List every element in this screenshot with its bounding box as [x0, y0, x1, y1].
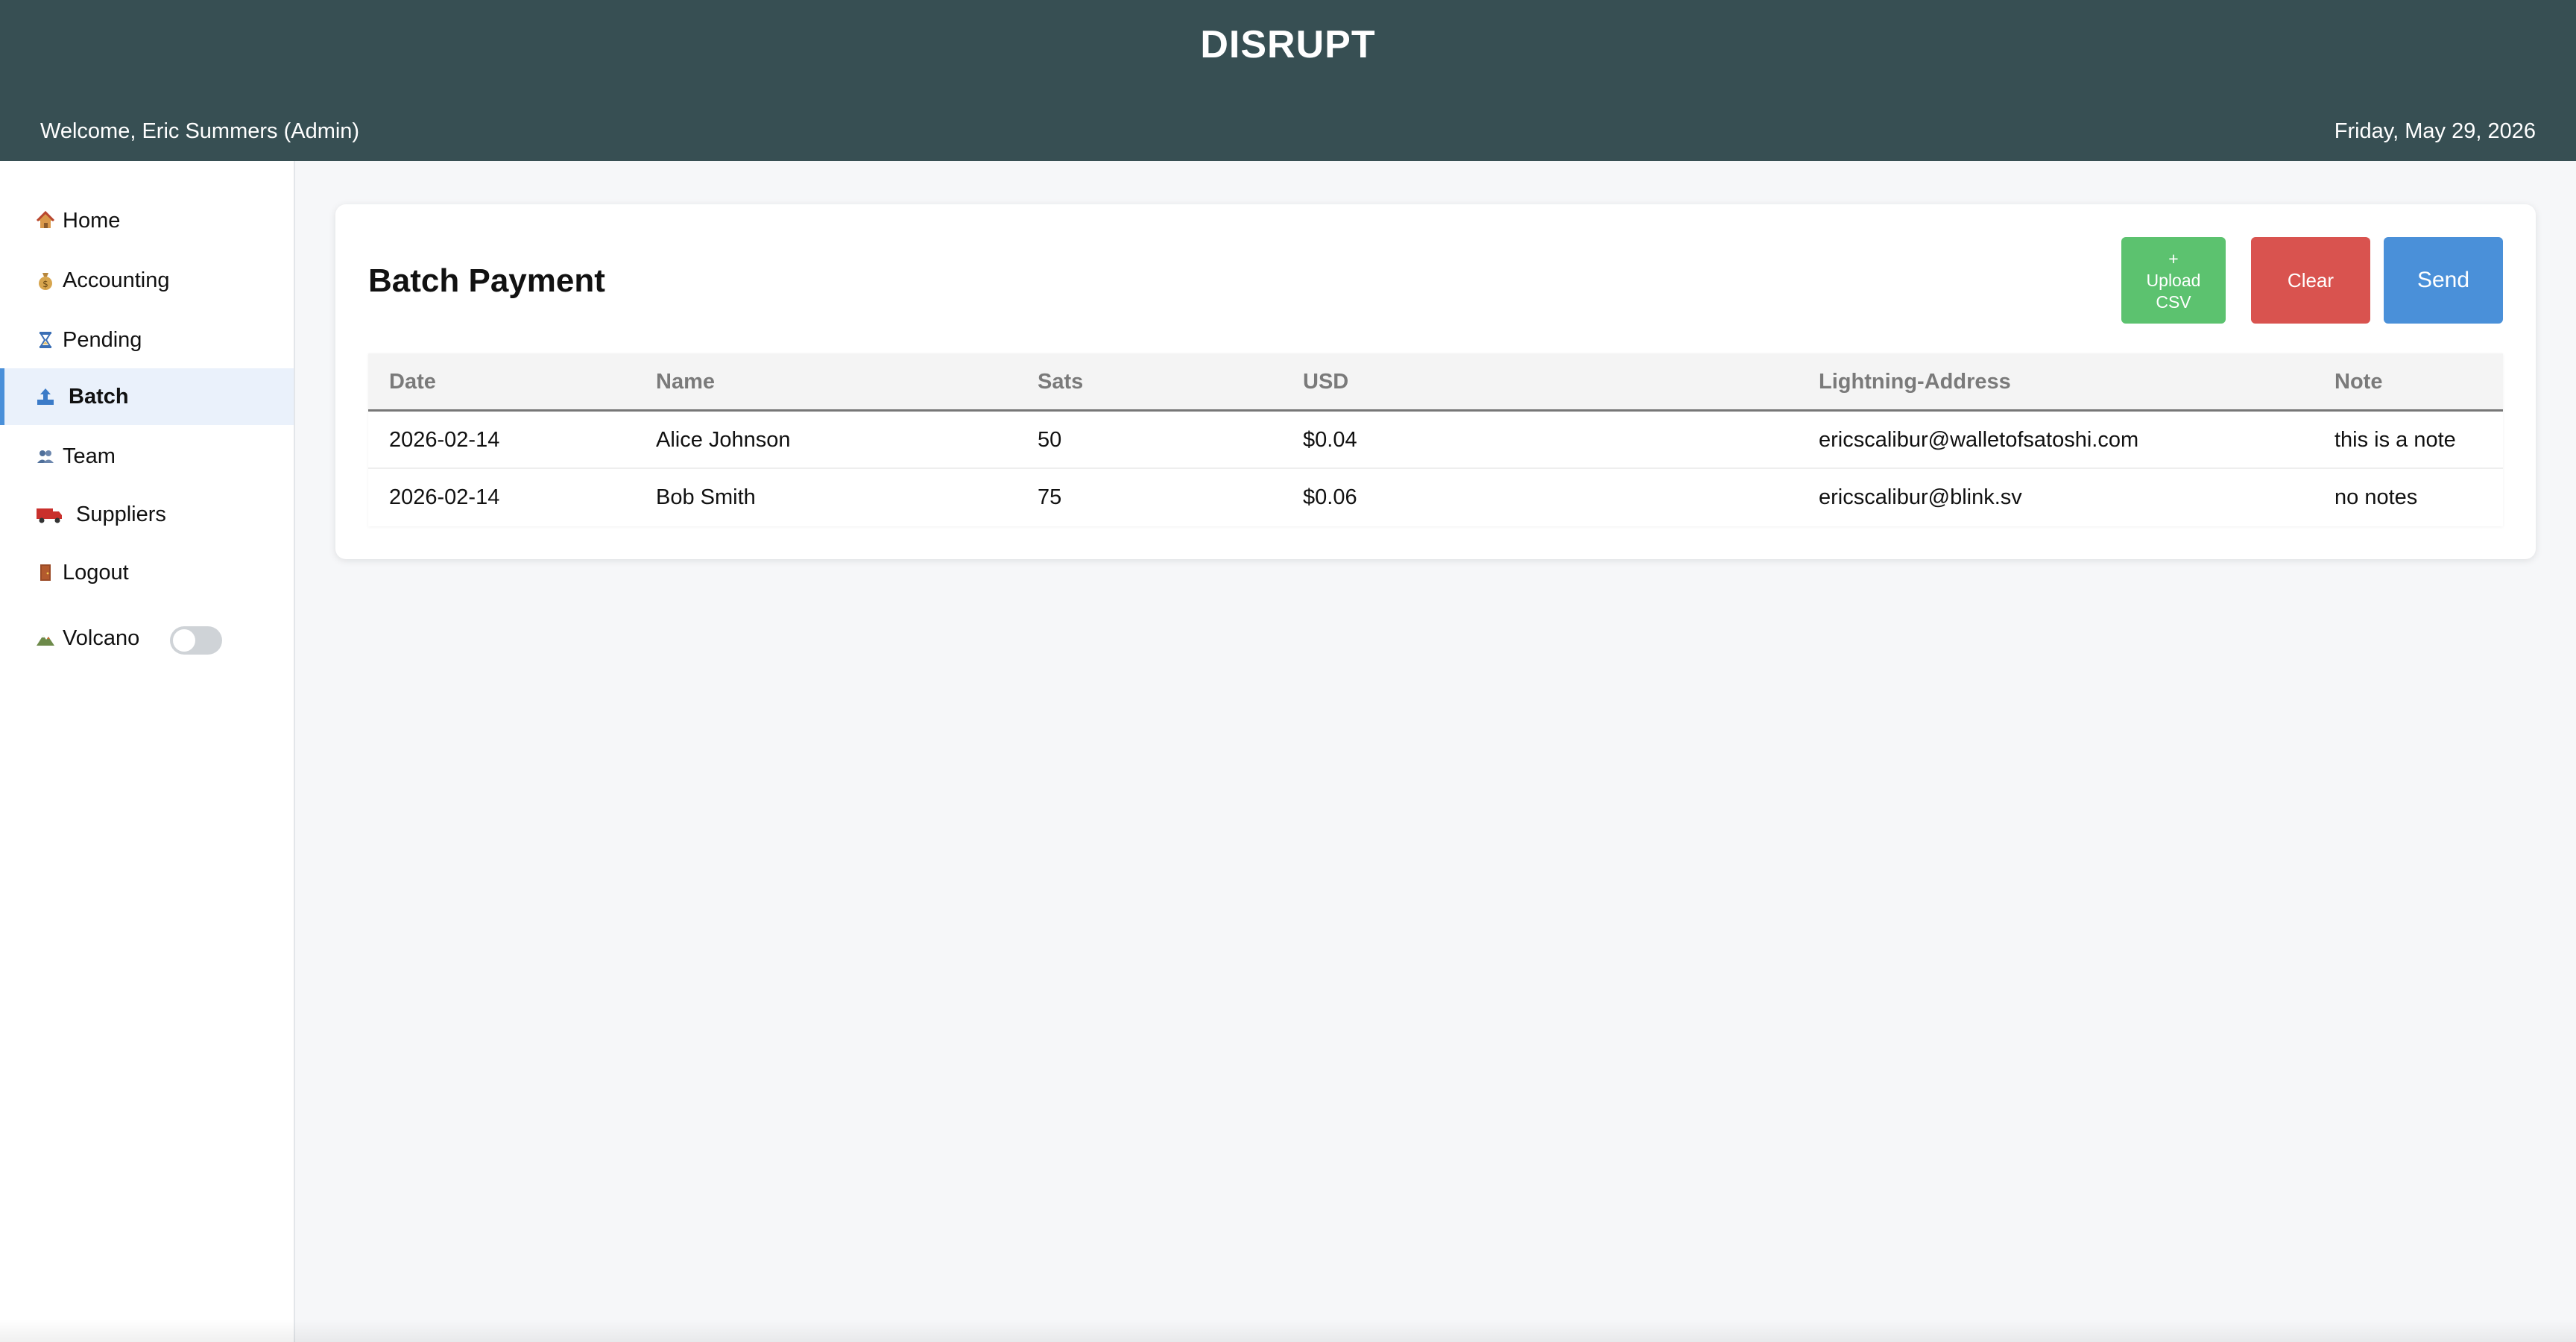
column-header-name[interactable]: Name: [656, 370, 715, 394]
house-icon: [33, 208, 58, 233]
sidebar-item-logout[interactable]: Logout: [0, 544, 294, 601]
cell-date: 2026-02-14: [389, 485, 500, 509]
current-date: Friday, May 29, 2026: [2334, 119, 2536, 143]
upload-label-line2: CSV: [2156, 292, 2191, 312]
cell-note: no notes: [2334, 485, 2418, 509]
send-button[interactable]: Send: [2384, 237, 2503, 324]
delivery-truck-icon: [33, 502, 66, 527]
batch-payment-card: Batch Payment + Upload CSV Clear Send Da…: [335, 204, 2536, 559]
people-icon: [33, 444, 58, 469]
top-header: DISRUPT Welcome, Eric Summers (Admin) Fr…: [0, 0, 2576, 161]
column-header-note[interactable]: Note: [2334, 370, 2382, 394]
sidebar-item-label: Suppliers: [76, 502, 166, 526]
clear-button[interactable]: Clear: [2251, 237, 2370, 324]
sidebar-item-suppliers[interactable]: Suppliers: [0, 486, 294, 543]
volcano-toggle[interactable]: [170, 626, 222, 655]
cell-lightning-address: ericscalibur@walletofsatoshi.com: [1819, 428, 2139, 452]
table-row[interactable]: 2026-02-14 Bob Smith 75 $0.06 ericscalib…: [368, 469, 2503, 526]
table-header: Date Name Sats USD Lightning-Address Not…: [368, 353, 2503, 412]
sidebar-item-home[interactable]: Home: [0, 192, 294, 249]
page-title: Batch Payment: [368, 262, 605, 299]
sidebar-item-accounting[interactable]: $ Accounting: [0, 252, 294, 309]
cell-usd: $0.04: [1303, 428, 1357, 452]
upload-csv-button[interactable]: + Upload CSV: [2121, 237, 2226, 324]
sidebar-item-pending[interactable]: Pending: [0, 312, 294, 368]
cell-name: Alice Johnson: [656, 428, 791, 452]
sidebar-item-team[interactable]: Team: [0, 428, 294, 485]
column-header-sats[interactable]: Sats: [1038, 370, 1083, 394]
cell-sats: 75: [1038, 485, 1062, 509]
bottom-shadow: [0, 1320, 2576, 1342]
cell-note: this is a note: [2334, 428, 2456, 452]
cell-name: Bob Smith: [656, 485, 756, 509]
cell-usd: $0.06: [1303, 485, 1357, 509]
toggle-knob: [173, 629, 195, 652]
sidebar-item-label: Team: [63, 444, 116, 468]
table-row[interactable]: 2026-02-14 Alice Johnson 50 $0.04 ericsc…: [368, 412, 2503, 469]
sidebar: Home $ Accounting Pending Batch Team Sup…: [0, 161, 295, 1342]
column-header-date[interactable]: Date: [389, 370, 436, 394]
mountain-icon: [33, 626, 58, 651]
sidebar-item-label: Logout: [63, 560, 129, 585]
upload-label-line1: Upload: [2146, 270, 2201, 290]
column-header-lightning-address[interactable]: Lightning-Address: [1819, 370, 2011, 394]
cell-date: 2026-02-14: [389, 428, 500, 452]
sidebar-item-label: Pending: [63, 327, 142, 352]
sidebar-item-label: Home: [63, 208, 121, 233]
batch-table: Date Name Sats USD Lightning-Address Not…: [368, 353, 2503, 526]
upload-icon: [33, 384, 58, 409]
sidebar-item-label: Batch: [69, 384, 129, 409]
plus-icon: +: [2168, 248, 2179, 268]
brand-title: DISRUPT: [1200, 23, 1376, 66]
sidebar-item-volcano: Volcano: [0, 610, 294, 667]
volcano-label: Volcano: [63, 626, 140, 650]
door-icon: [33, 560, 58, 585]
column-header-usd[interactable]: USD: [1303, 370, 1348, 394]
welcome-text: Welcome, Eric Summers (Admin): [40, 119, 360, 143]
sidebar-item-label: Accounting: [63, 268, 170, 292]
cell-lightning-address: ericscalibur@blink.sv: [1819, 485, 2022, 509]
sidebar-item-batch[interactable]: Batch: [0, 368, 294, 425]
svg-text:$: $: [42, 279, 48, 289]
hourglass-icon: [33, 327, 58, 353]
money-bag-icon: $: [33, 268, 58, 293]
cell-sats: 50: [1038, 428, 1062, 452]
